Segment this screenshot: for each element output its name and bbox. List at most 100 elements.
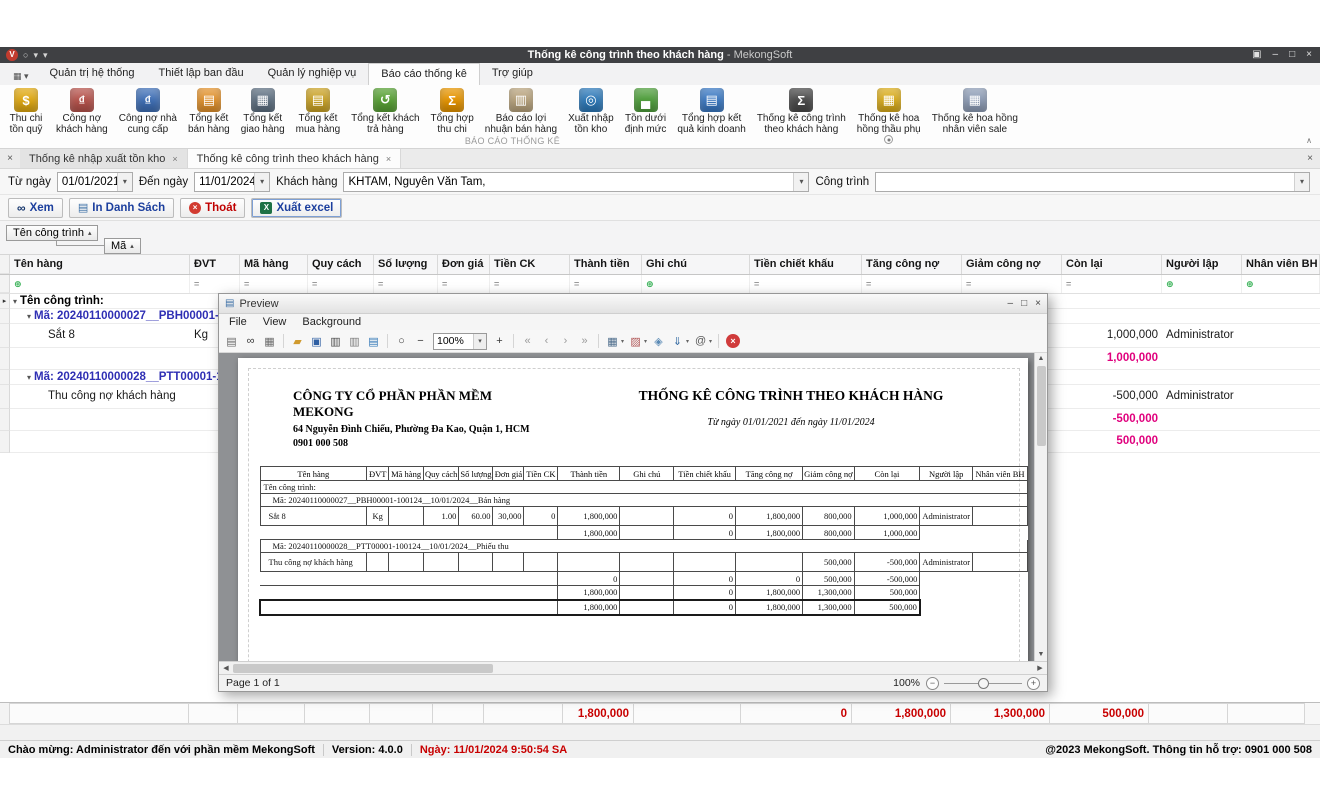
chevron-down-icon[interactable]: ▾ (1294, 173, 1309, 191)
ribbon-button-tong-ket-khach-tra-hang[interactable]: ↺Tổng kết khách trả hàng (346, 86, 424, 135)
next-page-icon[interactable]: › (557, 333, 574, 350)
chevron-down-icon[interactable]: ▾ (473, 334, 486, 349)
cong-trinh-combo[interactable]: ▾ (875, 172, 1310, 192)
menu-background[interactable]: Background (294, 314, 369, 330)
column-header-nguoi_lap[interactable]: Người lập (1162, 255, 1242, 274)
filter-cell-thanh_tien[interactable]: = (570, 275, 642, 293)
doc-tab-thong-ke-nhap-xuat-ton-kho[interactable]: Thống kê nhập xuất tồn kho× (20, 149, 188, 168)
ribbon-tab-quan-ly-nghiep-vu[interactable]: Quản lý nghiệp vụ (256, 63, 369, 85)
close-tab-icon[interactable]: × (172, 154, 177, 164)
column-header-dvt[interactable]: ĐVT (190, 255, 240, 274)
filter-cell-ghi_chu[interactable]: ⊕ (642, 275, 750, 293)
ribbon-tab-thiet-lap-ban-dau[interactable]: Thiết lập ban đầu (147, 63, 256, 85)
column-header-nhan_vien_bh[interactable]: Nhân viên BH (1242, 255, 1320, 274)
zoom-in-icon[interactable]: + (491, 333, 508, 350)
ribbon-button-thong-ke-hoa-hong-thau-phu[interactable]: ▦Thống kê hoa hồng thầu phụ (852, 86, 926, 135)
group-chip-ma[interactable]: Mã▴ (104, 238, 141, 254)
ribbon-button-thong-ke-cong-trinh-theo-khach-hang[interactable]: ΣThống kê công trình theo khách hàng (752, 86, 851, 135)
group-chip-ten-cong-trinh[interactable]: Tên công trình▴ (6, 225, 98, 241)
column-header-giam_cong_no[interactable]: Giảm công nợ (962, 255, 1062, 274)
page-color-icon[interactable]: ▨ (627, 333, 644, 350)
column-header-tien_chiet_khau[interactable]: Tiền chiết khấu (750, 255, 862, 274)
column-header-ma_hang[interactable]: Mã hàng (240, 255, 308, 274)
column-header-don_gia[interactable]: Đơn giá (438, 255, 490, 274)
ribbon-tab-tro-giup[interactable]: Trợ giúp (480, 63, 545, 85)
xuat-excel-button[interactable]: XXuất excel (251, 198, 342, 218)
zoom-slider[interactable] (944, 683, 1022, 684)
scroll-left-icon[interactable]: ◀ (219, 664, 233, 672)
ribbon-button-tong-ket-mua-hang[interactable]: ▤Tổng kết mua hàng (291, 86, 345, 135)
zoom-slider-thumb[interactable] (978, 678, 989, 689)
ribbon-menu-icon[interactable]: ▦ ▾ (4, 68, 38, 85)
filter-cell-tang_cong_no[interactable]: = (862, 275, 962, 293)
ribbon-button-xuat-nhap-ton-kho[interactable]: ◎Xuất nhập tồn kho (563, 86, 619, 135)
ribbon-tab-bao-cao-thong-ke[interactable]: Báo cáo thống kê (368, 63, 480, 85)
scroll-up-icon[interactable]: ▲ (1038, 353, 1045, 365)
den-ngay-combo[interactable]: 11/01/2024▾ (194, 172, 270, 192)
expand-icon[interactable]: ▾ (13, 297, 17, 306)
ribbon-tab-quan-tri-he-thong[interactable]: Quản trị hệ thống (38, 63, 147, 85)
column-header-quy_cach[interactable]: Quy cách (308, 255, 374, 274)
toolbar-options-icon[interactable]: ▾ (43, 47, 48, 63)
ribbon-button-thong-ke-hoa-hong-nhan-vien-sale[interactable]: ▦Thống kê hoa hồng nhân viên sale (927, 86, 1023, 135)
ribbon-button-tong-ket-giao-hang[interactable]: ▦Tổng kết giao hàng (236, 86, 290, 135)
filter-cell-don_gia[interactable]: = (438, 275, 490, 293)
group-by-panel[interactable]: Tên công trình▴ Mã▴ (0, 221, 1320, 255)
scrollbar-thumb[interactable] (233, 664, 493, 673)
zoom-out-icon[interactable]: − (412, 333, 429, 350)
column-header-tien_ck[interactable]: Tiền CK (490, 255, 570, 274)
chevron-down-icon[interactable]: ▾ (117, 173, 132, 191)
dropdown-icon[interactable]: ▾ (621, 338, 624, 345)
ribbon-button-tong-hop-thu-chi[interactable]: ΣTổng hợp thu chi (426, 86, 479, 135)
quick-print-icon[interactable]: ▥ (346, 333, 363, 350)
last-page-icon[interactable]: » (576, 333, 593, 350)
chevron-down-icon[interactable]: ▾ (33, 47, 38, 63)
open-icon[interactable]: ▰ (289, 333, 306, 350)
multiple-pages-icon[interactable]: ▦ (604, 333, 621, 350)
expand-icon[interactable]: ▾ (27, 373, 31, 382)
scrollbar-thumb[interactable] (1037, 366, 1046, 446)
column-header-ten_hang[interactable]: Tên hàng (10, 255, 190, 274)
filter-cell-ten_hang[interactable]: ⊕ (10, 275, 190, 293)
chevron-down-icon[interactable]: ▾ (793, 173, 808, 191)
filter-cell-quy_cach[interactable]: = (308, 275, 374, 293)
page-setup-icon[interactable]: ▤ (365, 333, 382, 350)
ribbon-collapse-icon[interactable]: ∧ (1306, 136, 1312, 145)
close-tabbar-icon[interactable]: × (1300, 149, 1320, 168)
thoat-button[interactable]: ×Thoát (180, 198, 245, 218)
email-icon[interactable]: @ (692, 333, 709, 350)
xem-button[interactable]: ∞Xem (8, 198, 63, 218)
filter-cell-so_luong[interactable]: = (374, 275, 438, 293)
close-document-icon[interactable]: × (0, 149, 20, 168)
column-header-con_lai[interactable]: Còn lại (1062, 255, 1162, 274)
ribbon-button-tong-ket-ban-hang[interactable]: ▤Tổng kết bán hàng (183, 86, 235, 135)
watermark-icon[interactable]: ◈ (650, 333, 667, 350)
document-map-icon[interactable]: ▤ (223, 333, 240, 350)
ribbon-button-ton-duoi-dinh-muc[interactable]: ▄Tồn dưới định mức (620, 86, 672, 135)
column-header-thanh_tien[interactable]: Thành tiền (570, 255, 642, 274)
filter-cell-giam_cong_no[interactable]: = (962, 275, 1062, 293)
close-tab-icon[interactable]: × (386, 154, 391, 164)
dropdown-icon[interactable]: ▾ (644, 338, 647, 345)
prev-page-icon[interactable]: ‹ (538, 333, 555, 350)
expand-icon[interactable]: ▾ (27, 312, 31, 321)
preview-close-icon[interactable]: × (1035, 295, 1041, 313)
column-header-so_luong[interactable]: Số lượng (374, 255, 438, 274)
dropdown-icon[interactable]: ▾ (686, 338, 689, 345)
preview-vertical-scrollbar[interactable]: ▲ ▼ (1034, 353, 1047, 661)
filter-cell-con_lai[interactable]: = (1062, 275, 1162, 293)
in-danh-sach-button[interactable]: ▤In Danh Sách (69, 198, 174, 218)
ribbon-button-thu-chi-ton-quy[interactable]: $Thu chi tồn quỹ (2, 86, 50, 135)
preview-maximize-icon[interactable]: □ (1021, 295, 1027, 313)
zoom-out-button[interactable]: − (926, 677, 939, 690)
ribbon-button-cong-no-khach-hang[interactable]: ₫Công nợ khách hàng (51, 86, 113, 135)
zoom-in-button[interactable]: + (1027, 677, 1040, 690)
column-header-ghi_chu[interactable]: Ghi chú (642, 255, 750, 274)
print-icon[interactable]: ▥ (327, 333, 344, 350)
close-icon[interactable]: × (1306, 47, 1312, 63)
exit-icon[interactable]: × (726, 334, 740, 348)
thumbnails-icon[interactable]: ▦ (261, 333, 278, 350)
filter-cell-dvt[interactable]: = (190, 275, 240, 293)
column-header-tang_cong_no[interactable]: Tăng công nợ (862, 255, 962, 274)
export-icon[interactable]: ⇓ (669, 333, 686, 350)
